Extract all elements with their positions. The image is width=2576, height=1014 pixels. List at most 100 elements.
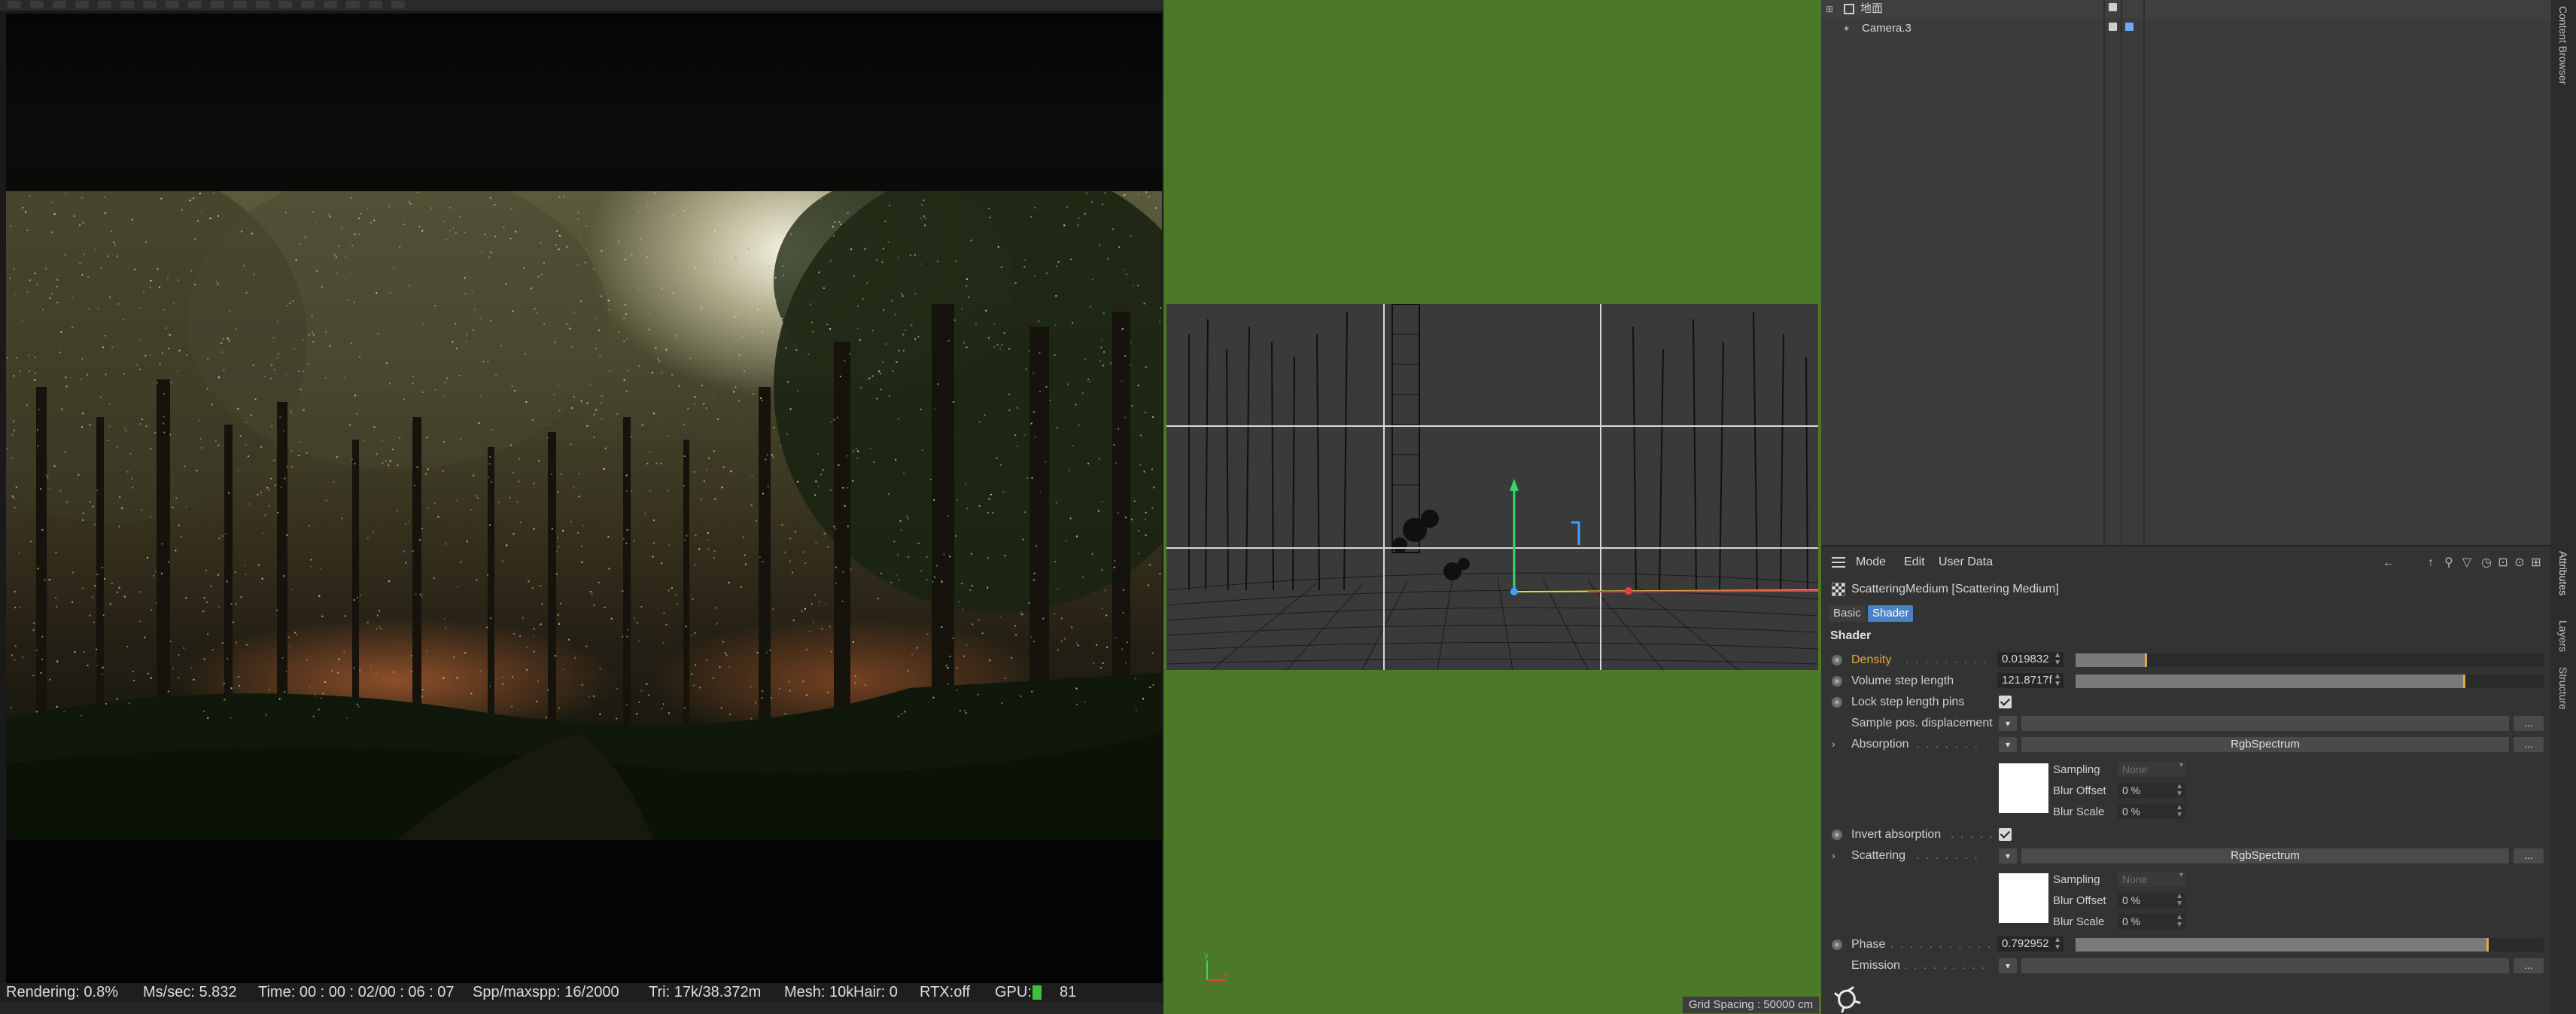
scattering-shader-field[interactable]: RgbSpectrum bbox=[2021, 848, 2509, 863]
noise-speck bbox=[337, 245, 339, 247]
noise-speck bbox=[750, 717, 753, 720]
toolbar-button[interactable] bbox=[188, 1, 202, 8]
animate-bullet-icon[interactable] bbox=[1832, 676, 1842, 687]
object-name[interactable]: 地面 bbox=[1860, 0, 1883, 18]
phase-input[interactable]: 0.792952 ▲ ▼ bbox=[1997, 936, 2064, 952]
3d-viewport-panel[interactable] bbox=[1163, 0, 1821, 1014]
new-panel-icon[interactable]: ⊞ bbox=[2530, 557, 2542, 569]
lock-step-checkbox[interactable] bbox=[1999, 696, 2012, 708]
toolbar-button[interactable] bbox=[301, 1, 315, 8]
toolbar-button[interactable] bbox=[53, 1, 66, 8]
slider-knob[interactable] bbox=[2145, 653, 2147, 667]
volume-step-input[interactable]: 121.8717f ▲ ▼ bbox=[1997, 673, 2064, 688]
toolbar-button[interactable] bbox=[256, 1, 269, 8]
spinner-icon[interactable]: ▲ ▼ bbox=[2176, 783, 2183, 798]
noise-speck bbox=[377, 333, 379, 335]
tab-attributes[interactable]: Attributes bbox=[2557, 551, 2569, 595]
toolbar-button[interactable] bbox=[211, 1, 224, 8]
absorption-more-button[interactable]: ... bbox=[2514, 737, 2544, 752]
toolbar-button[interactable] bbox=[166, 1, 179, 8]
toolbar-button[interactable] bbox=[346, 1, 360, 8]
pin-icon[interactable]: ⊙ bbox=[2514, 557, 2526, 569]
visibility-check-icon[interactable] bbox=[2109, 23, 2117, 31]
noise-speck bbox=[418, 539, 421, 541]
scattering-more-button[interactable]: ... bbox=[2514, 848, 2544, 863]
filter-icon[interactable]: ▽ bbox=[2461, 557, 2473, 569]
scattering-dropdown[interactable]: ▾ bbox=[1999, 848, 2017, 863]
absorption-dropdown[interactable]: ▾ bbox=[1999, 737, 2017, 752]
emission-field[interactable] bbox=[2021, 958, 2509, 973]
sample-pos-field[interactable] bbox=[2021, 716, 2509, 731]
sample-pos-more-button[interactable]: ... bbox=[2514, 716, 2544, 731]
slider-knob[interactable] bbox=[2463, 674, 2465, 688]
absorption-blur-scale-input[interactable]: 0 % ▲ ▼ bbox=[2118, 804, 2185, 819]
invert-absorption-checkbox[interactable] bbox=[1999, 828, 2012, 841]
tab-basic[interactable]: Basic bbox=[1829, 605, 1866, 622]
camera-tag-icon[interactable] bbox=[2125, 23, 2133, 31]
search-icon[interactable]: ⚲ bbox=[2443, 557, 2455, 569]
scattering-blur-scale-input[interactable]: 0 % ▲ ▼ bbox=[2118, 914, 2185, 929]
phase-slider[interactable] bbox=[2076, 938, 2544, 952]
absorption-shader-field[interactable]: RgbSpectrum bbox=[2021, 737, 2509, 752]
toolbar-button[interactable] bbox=[369, 1, 382, 8]
expand-icon[interactable]: ⊞ bbox=[1826, 4, 1836, 14]
animate-bullet-icon[interactable] bbox=[1832, 939, 1842, 950]
spinner-icon[interactable]: ▲ ▼ bbox=[2054, 936, 2061, 952]
animate-bullet-icon[interactable] bbox=[1832, 830, 1842, 840]
scattering-preview-swatch[interactable] bbox=[1999, 873, 2048, 923]
sample-pos-dropdown[interactable]: ▾ bbox=[1999, 716, 2017, 731]
toolbar-button[interactable] bbox=[120, 1, 134, 8]
tab-layers[interactable]: Layers bbox=[2557, 620, 2569, 652]
toolbar-button[interactable] bbox=[391, 1, 405, 8]
object-manager[interactable]: ⊞ 地面 ⌖ Camera.3 bbox=[1821, 0, 2551, 545]
noise-speck bbox=[322, 693, 324, 695]
tab-structure[interactable]: Structure bbox=[2557, 667, 2569, 710]
volume-step-slider[interactable] bbox=[2076, 674, 2544, 688]
noise-speck bbox=[295, 259, 297, 261]
toolbar-button[interactable] bbox=[233, 1, 247, 8]
density-slider[interactable] bbox=[2076, 653, 2544, 667]
tab-content-browser[interactable]: Content Browser bbox=[2557, 6, 2569, 84]
menu-icon[interactable] bbox=[1832, 557, 1845, 568]
noise-speck bbox=[827, 546, 829, 548]
scattering-blur-offset-input[interactable]: 0 % ▲ ▼ bbox=[2118, 893, 2185, 908]
history-icon[interactable]: ◷ bbox=[2480, 557, 2492, 569]
toolbar-button[interactable] bbox=[324, 1, 337, 8]
emission-more-button[interactable]: ... bbox=[2514, 958, 2544, 973]
back-arrow-icon[interactable]: ← bbox=[2383, 557, 2395, 569]
lock-icon[interactable]: ⊡ bbox=[2497, 557, 2509, 569]
spinner-icon[interactable]: ▲ ▼ bbox=[2054, 673, 2061, 688]
visibility-check-icon[interactable] bbox=[2109, 3, 2117, 11]
toolbar-button[interactable] bbox=[75, 1, 89, 8]
tab-shader[interactable]: Shader bbox=[1868, 605, 1914, 622]
absorption-preview-swatch[interactable] bbox=[1999, 763, 2048, 813]
toolbar-button[interactable] bbox=[278, 1, 292, 8]
absorption-blur-offset-input[interactable]: 0 % ▲ ▼ bbox=[2118, 783, 2185, 798]
viewport-camera-view[interactable] bbox=[1166, 304, 1818, 670]
spinner-icon[interactable]: ▲ ▼ bbox=[2176, 893, 2183, 908]
object-row-camera[interactable]: ⌖ Camera.3 bbox=[1821, 20, 2551, 38]
animate-bullet-icon[interactable] bbox=[1832, 697, 1842, 708]
emission-dropdown[interactable]: ▾ bbox=[1999, 958, 2017, 973]
spinner-icon[interactable]: ▲ ▼ bbox=[2054, 652, 2061, 667]
menu-user-data[interactable]: User Data bbox=[1939, 556, 1993, 569]
toolbar-button[interactable] bbox=[98, 1, 111, 8]
spinner-icon[interactable]: ▲ ▼ bbox=[2176, 804, 2183, 819]
object-name[interactable]: Camera.3 bbox=[1862, 20, 1911, 38]
up-arrow-icon[interactable]: ↑ bbox=[2425, 557, 2437, 569]
menu-edit[interactable]: Edit bbox=[1904, 556, 1925, 569]
expand-arrow-icon[interactable]: › bbox=[1832, 738, 1835, 750]
toolbar-button[interactable] bbox=[8, 1, 21, 8]
object-row-ground[interactable]: ⊞ 地面 bbox=[1821, 0, 2551, 18]
menu-mode[interactable]: Mode bbox=[1856, 556, 1886, 569]
toolbar-button[interactable] bbox=[30, 1, 44, 8]
absorption-sampling-select[interactable]: None ▾ bbox=[2118, 762, 2185, 777]
scattering-sampling-select[interactable]: None ▾ bbox=[2118, 872, 2185, 887]
spinner-icon[interactable]: ▲ ▼ bbox=[2176, 914, 2183, 929]
slider-knob[interactable] bbox=[2486, 938, 2489, 952]
animate-bullet-icon[interactable] bbox=[1832, 655, 1842, 665]
density-input[interactable]: 0.019832 ▲ ▼ bbox=[1997, 652, 2064, 667]
render-canvas[interactable] bbox=[6, 14, 1162, 983]
expand-arrow-icon[interactable]: › bbox=[1832, 849, 1835, 861]
toolbar-button[interactable] bbox=[143, 1, 157, 8]
